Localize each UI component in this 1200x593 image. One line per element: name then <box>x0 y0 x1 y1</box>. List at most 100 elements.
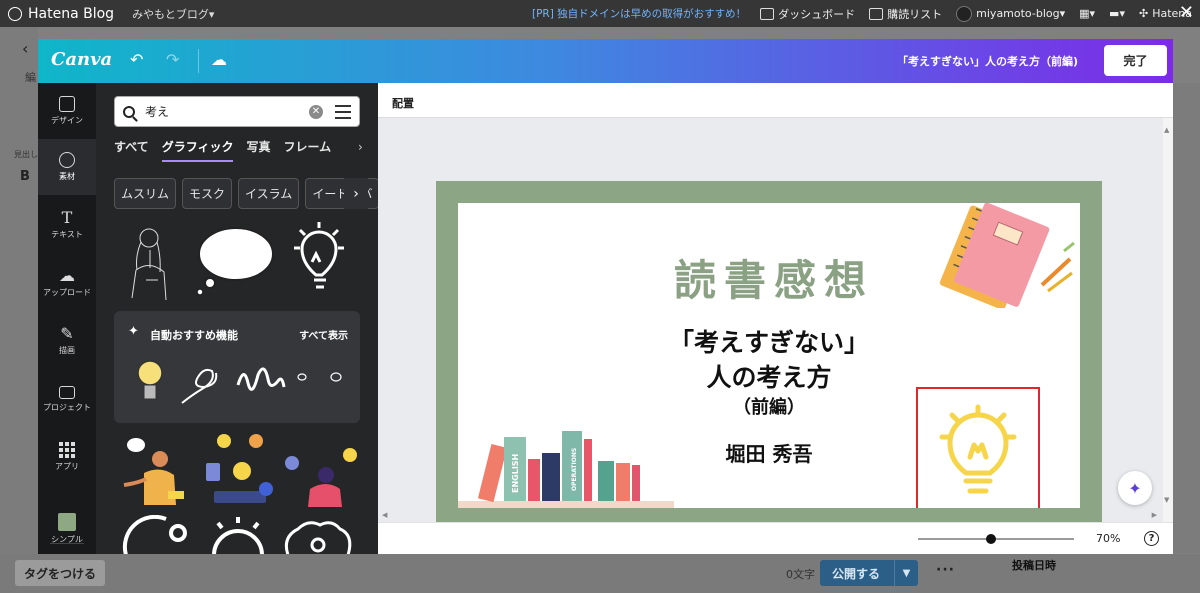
zoom-slider-handle[interactable] <box>986 534 997 544</box>
graphic-speech-bubble[interactable] <box>196 227 274 296</box>
rail-item-elements[interactable]: 素材 <box>38 139 96 195</box>
graphic-thinking-woman-color[interactable] <box>123 438 184 505</box>
search-input[interactable]: 考え <box>145 103 309 120</box>
rail-label-draw: 描画 <box>59 346 75 355</box>
graphic-brain-bulb[interactable] <box>284 521 352 554</box>
graphics-row-2 <box>123 434 357 507</box>
chip-mosque[interactable]: モスク <box>182 178 233 209</box>
help-icon[interactable]: ? <box>1144 531 1159 546</box>
tab-frames[interactable]: フレーム <box>283 138 331 162</box>
rail-item-design[interactable]: デザイン <box>38 83 96 139</box>
scroll-up-icon[interactable]: ▲ <box>1164 126 1169 134</box>
clear-search-icon[interactable]: ✕ <box>309 104 323 119</box>
tab-graphics[interactable]: グラフィック <box>161 138 234 162</box>
reading-list-label: 購読リスト <box>887 7 943 21</box>
user-menu[interactable]: miyamoto-blog▾ <box>956 5 1065 22</box>
apps-grid-icon[interactable]: ▦▾ <box>1079 7 1095 20</box>
scroll-right-icon[interactable]: ▶ <box>1152 511 1157 519</box>
underlying-editor-left: ‹ 編 見出し B <box>0 27 38 593</box>
redo-icon[interactable]: ↷ <box>166 50 179 69</box>
graphic-sunrise-bulb[interactable] <box>212 517 264 554</box>
see-all-link[interactable]: すべて表示 <box>299 327 348 342</box>
rail-item-apps[interactable]: アプリ <box>38 429 96 485</box>
hatena-logo-icon <box>8 6 22 21</box>
rail-item-simple[interactable]: シンプル <box>38 501 96 554</box>
design-title[interactable]: 読書感想 <box>458 247 1080 308</box>
underlying-editor-right <box>1173 83 1200 553</box>
chip-muslim[interactable]: ムスリム <box>114 178 177 209</box>
underlying-heading-label: 見出し <box>14 150 38 159</box>
canva-header: Canva ↶ ↷ ☁ 「考えすぎない」人の考え方（前編) 完了 <box>38 39 1173 83</box>
hatena-blog-logo[interactable]: Hatena Blog <box>8 6 114 22</box>
cloud-save-icon[interactable]: ☁ <box>211 50 227 69</box>
canva-side-rail: デザイン 素材 T テキスト ☁ アップロード ✎ 描画 プロジェクト アプリ <box>38 83 96 554</box>
zoom-level[interactable]: 70% <box>1096 532 1120 545</box>
add-tag-button[interactable]: タグをつける <box>15 560 105 586</box>
graphic-spring-swirl[interactable] <box>181 368 218 404</box>
graphics-row-1 <box>131 222 344 301</box>
rail-label-elements: 素材 <box>59 172 75 181</box>
horizontal-scrollbar[interactable]: ◀ ▶ <box>378 511 1163 522</box>
rail-item-draw[interactable]: ✎ 描画 <box>38 313 96 369</box>
vertical-scrollbar[interactable]: ▲ ▼ <box>1163 118 1173 554</box>
graphic-cloud-small-2[interactable] <box>330 372 342 382</box>
underlying-bold-button[interactable]: B <box>20 169 30 184</box>
rail-label-apps: アプリ <box>55 462 79 471</box>
design-page[interactable]: ENGLISH OPERATIONS 読書感想 「考えすぎない」 人の考え方 （… <box>436 181 1102 530</box>
rail-item-text[interactable]: T テキスト <box>38 197 96 253</box>
graphic-lightbulb-white[interactable] <box>294 222 344 289</box>
tab-all[interactable]: すべて <box>114 138 149 162</box>
dashboard-icon <box>760 7 775 20</box>
chips-next-chevron-icon[interactable]: › <box>344 178 368 209</box>
shapes-icon <box>59 152 75 168</box>
more-options-icon[interactable]: ··· <box>936 562 955 578</box>
reading-list-icon <box>869 7 884 20</box>
workspace-footer: 70% ? <box>378 522 1173 554</box>
chip-islam[interactable]: イスラム <box>238 178 300 209</box>
graphic-thinking-woman-line[interactable] <box>131 228 167 301</box>
graphics-row-3 <box>122 515 352 554</box>
close-modal-icon[interactable]: ✕ <box>1179 4 1194 22</box>
graphic-cloud-small[interactable] <box>297 373 307 381</box>
promo-link[interactable]: [PR] 独自ドメインは早めの取得がおすすめ！ <box>532 6 746 21</box>
search-icon <box>123 105 135 118</box>
hatena-logo-text: Hatena Blog <box>28 5 115 22</box>
rail-item-projects[interactable]: プロジェクト <box>38 371 96 427</box>
graphic-bulb-yellow[interactable] <box>137 360 163 400</box>
pen-icon: ✎ <box>60 324 74 343</box>
tabs-next-chevron-icon[interactable]: › <box>358 140 363 154</box>
publish-button[interactable]: 公開する ▼ <box>820 560 918 586</box>
auto-recommend-title: 自動おすすめ機能 <box>150 329 238 342</box>
chevron-down-icon[interactable]: ▼ <box>894 560 918 586</box>
reading-list-link[interactable]: 購読リスト <box>869 6 942 22</box>
filter-icon[interactable] <box>335 104 351 119</box>
rail-label-projects: プロジェクト <box>43 402 91 412</box>
folder-icon <box>59 385 75 399</box>
search-box[interactable]: 考え ✕ <box>114 96 360 127</box>
scroll-down-icon[interactable]: ▼ <box>1164 496 1169 504</box>
tab-photos[interactable]: 写真 <box>246 138 270 162</box>
graphic-woman-bulbs[interactable] <box>285 448 357 507</box>
graphic-gear-head[interactable] <box>122 515 187 554</box>
rail-label-design: デザイン <box>51 116 83 125</box>
scroll-left-icon[interactable]: ◀ <box>382 511 387 519</box>
rail-item-uploads[interactable]: ☁ アップロード <box>38 255 96 311</box>
panel-tabs: すべて グラフィック 写真 フレーム <box>114 138 331 162</box>
undo-icon[interactable]: ↶ <box>130 50 143 69</box>
underlying-edit-tab[interactable]: 編 <box>25 69 36 85</box>
sparkle-icon: ✦ <box>128 324 139 339</box>
canvas-workspace: 配置 ENGLISH OPERATIONS 読書感想 「考えすぎない」 人の考え… <box>378 83 1173 554</box>
context-toolbar: 配置 <box>378 83 1173 118</box>
done-button[interactable]: 完了 <box>1104 45 1167 76</box>
notifications-icon[interactable]: ▬▾ <box>1109 7 1125 20</box>
dashboard-link[interactable]: ダッシュボード <box>760 6 855 22</box>
rail-label-simple: シンプル <box>51 535 83 544</box>
graphic-people-ideas[interactable] <box>206 434 273 503</box>
arrange-button[interactable]: 配置 <box>392 95 414 111</box>
design-subtitle-1[interactable]: 「考えすぎない」 <box>458 323 1080 359</box>
document-title[interactable]: 「考えすぎない」人の考え方（前編) <box>897 53 1078 69</box>
back-arrow-icon[interactable]: ‹ <box>22 39 28 58</box>
blog-name-menu[interactable]: みやもとブログ▾ <box>132 6 214 22</box>
graphic-scribble[interactable] <box>236 367 286 391</box>
magic-assistant-button[interactable]: ✦ <box>1118 471 1152 505</box>
